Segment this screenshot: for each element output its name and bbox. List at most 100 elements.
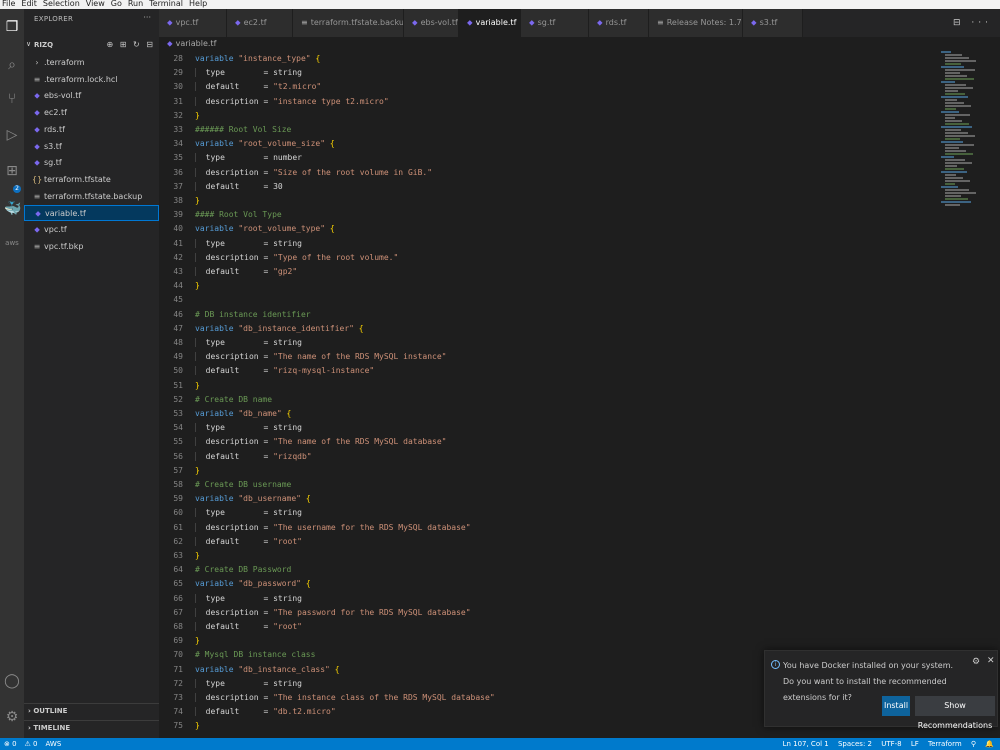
line-text: # Create DB name — [195, 394, 273, 404]
tab-terraform-tfstate-backup[interactable]: ≡ terraform.tfstate.backup — [293, 9, 404, 37]
minimap-row — [945, 192, 976, 194]
file-item[interactable]: {} terraform.tfstate — [24, 172, 159, 188]
minimap[interactable] — [939, 51, 999, 221]
aws-icon[interactable]: aws — [4, 235, 20, 251]
timeline-section[interactable]: › TIMELINE — [24, 720, 159, 734]
file-item[interactable]: ⬥ variable.tf — [24, 205, 159, 222]
code-line: 61 description = "The username for the R… — [159, 521, 471, 535]
project-name: RIZQ — [34, 41, 54, 49]
errors-count[interactable]: ⊗ 0 — [4, 740, 17, 748]
file-item[interactable]: ⬥ vpc.tf — [24, 222, 159, 238]
project-folder-header[interactable]: ∨ RIZQ ⊕ ⊞ ↻ ⊟ — [24, 39, 159, 51]
breadcrumb[interactable]: ⬥ variable.tf — [159, 37, 939, 51]
menu-go[interactable]: Go — [111, 0, 122, 8]
tab-file-icon: ⬥ — [467, 18, 473, 27]
file-label: terraform.tfstate — [44, 174, 111, 184]
menu-terminal[interactable]: Terminal — [149, 0, 183, 8]
minimap-row — [945, 63, 961, 65]
tab-ebs-vol-tf[interactable]: ⬥ ebs-vol.tf — [404, 9, 459, 37]
indentation[interactable]: Spaces: 2 — [838, 740, 872, 748]
run-debug-icon[interactable]: ▷ — [4, 127, 20, 143]
menu-edit[interactable]: Edit — [21, 0, 37, 8]
line-number: 39 — [173, 210, 183, 220]
minimap-row — [941, 81, 955, 83]
code-line: 44} — [159, 279, 199, 293]
menu-selection[interactable]: Selection — [43, 0, 80, 8]
file-item[interactable]: ≡ terraform.tfstate.backup — [24, 189, 159, 205]
cursor-position[interactable]: Ln 107, Col 1 — [783, 740, 829, 748]
settings-gear-icon[interactable]: ⚙ — [4, 709, 20, 725]
extensions-icon[interactable]: ⊞ — [4, 163, 20, 179]
code-editor[interactable]: 28 variable "instance_type" {29 type = st… — [159, 51, 939, 738]
install-button[interactable]: Install — [882, 696, 910, 716]
line-text: type = string — [195, 238, 302, 248]
file-type-icon: ≡ — [33, 74, 41, 84]
file-item[interactable]: ≡ vpc.tf.bkp — [24, 239, 159, 255]
file-item[interactable]: ⬥ s3.tf — [24, 139, 159, 155]
more-actions-icon[interactable]: ··· — [143, 13, 151, 22]
line-text: default = "t2.micro" — [195, 82, 321, 92]
show-recommendations-button[interactable]: Show Recommendations — [915, 696, 995, 730]
tab-label: ec2.tf — [243, 18, 267, 27]
language-mode[interactable]: Terraform — [928, 740, 962, 748]
tab-vpc-tf[interactable]: ⬥ vpc.tf — [159, 9, 227, 37]
code-line: 66 type = string — [159, 592, 302, 606]
notifications-bell-icon[interactable]: 🔔 — [985, 740, 994, 748]
tab-sg-tf[interactable]: ⬥ sg.tf — [521, 9, 589, 37]
code-line: 60 type = string — [159, 506, 302, 520]
line-text: #### Root Vol Type — [195, 210, 282, 220]
feedback-icon[interactable]: ⚲ — [971, 740, 976, 748]
line-number: 36 — [173, 167, 183, 177]
file-item[interactable]: ⬥ ebs-vol.tf — [24, 88, 159, 104]
file-item[interactable]: › .terraform — [24, 55, 159, 71]
tab-file-icon: ⬥ — [167, 18, 173, 27]
notification-settings-icon[interactable]: ⚙ — [972, 657, 980, 667]
menu-file[interactable]: File — [2, 0, 15, 8]
line-number: 35 — [173, 153, 183, 163]
encoding[interactable]: UTF-8 — [881, 740, 901, 748]
line-text: default = "rizq-mysql-instance" — [195, 366, 374, 376]
docker-icon[interactable]: 🐳 — [4, 201, 21, 217]
line-text: type = string — [195, 68, 302, 78]
line-number: 61 — [173, 522, 183, 532]
minimap-row — [945, 195, 961, 197]
outline-section[interactable]: › OUTLINE — [24, 703, 159, 717]
editor-scrollbar[interactable] — [995, 51, 1000, 738]
line-text: variable "root_volume_type" { — [195, 224, 335, 234]
tab-s3-tf[interactable]: ⬥ s3.tf — [743, 9, 803, 37]
tab-file-icon: ≡ — [301, 18, 308, 27]
warnings-count[interactable]: ⚠ 0 — [25, 740, 38, 748]
tab-rds-tf[interactable]: ⬥ rds.tf — [589, 9, 649, 37]
code-line: 69} — [159, 634, 199, 648]
split-editor-icon[interactable]: ⊟ ··· — [953, 9, 992, 37]
tab-ec2-tf[interactable]: ⬥ ec2.tf — [227, 9, 293, 37]
tab-file-icon: ≡ — [657, 18, 664, 27]
file-item[interactable]: ⬥ ec2.tf — [24, 105, 159, 121]
minimap-row — [945, 60, 976, 62]
source-control-icon[interactable]: ⑂ — [4, 91, 20, 107]
search-icon[interactable]: ⌕ — [4, 57, 20, 73]
code-line: 62 default = "root" — [159, 535, 302, 549]
aws-status[interactable]: AWS — [46, 740, 62, 748]
file-item[interactable]: ⬥ sg.tf — [24, 155, 159, 171]
line-text: default = "gp2" — [195, 267, 297, 276]
line-number: 47 — [173, 323, 183, 333]
files-icon[interactable]: ❐ — [4, 19, 20, 35]
menu-run[interactable]: Run — [128, 0, 143, 8]
close-icon[interactable]: ✕ — [987, 656, 995, 666]
explorer-actions[interactable]: ⊕ ⊞ ↻ ⊟ — [107, 40, 155, 49]
menu-help[interactable]: Help — [189, 0, 207, 8]
end-of-line[interactable]: LF — [911, 740, 919, 748]
file-label: vpc.tf — [44, 225, 67, 234]
tab-variable-tf[interactable]: ⬥variable.tf× — [459, 9, 521, 37]
minimap-row — [945, 183, 955, 185]
outline-label: OUTLINE — [33, 707, 68, 715]
code-line: 36 description = "Size of the root volum… — [159, 166, 432, 180]
menu-view[interactable]: View — [86, 0, 105, 8]
tab-release-notes-1-76-0[interactable]: ≡Release Notes: 1.76.0 — [649, 9, 743, 37]
account-icon[interactable]: ◯ — [4, 673, 20, 689]
file-item[interactable]: ≡ .terraform.lock.hcl — [24, 72, 159, 88]
line-number: 30 — [173, 82, 183, 92]
minimap-row — [945, 93, 965, 95]
file-item[interactable]: ⬥ rds.tf — [24, 122, 159, 138]
